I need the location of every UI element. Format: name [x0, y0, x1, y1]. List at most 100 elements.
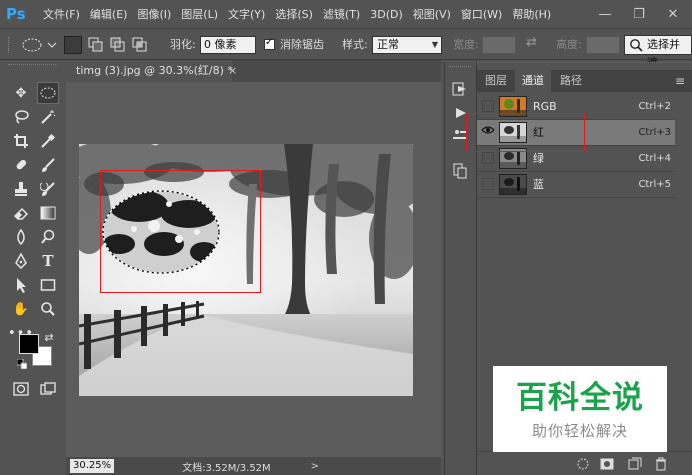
status-menu-arrow-icon[interactable]: > — [311, 461, 319, 472]
main-menu: 文件(F) 编辑(E) 图像(I) 图层(L) 文字(Y) 选择(S) 滤镜(T… — [38, 0, 556, 28]
feather-input[interactable]: 0 像素 — [200, 36, 256, 54]
path-selection-tool-icon[interactable] — [10, 274, 32, 296]
visibility-toggle[interactable] — [482, 100, 494, 112]
ellipse-marquee-tool-icon[interactable] — [37, 82, 59, 104]
eyedropper-tool-icon[interactable] — [37, 130, 59, 152]
watermark-title: 百科全说 — [516, 380, 644, 416]
dock-grip — [449, 66, 471, 70]
menu-window[interactable]: 窗口(W) — [456, 6, 507, 22]
tab-paths[interactable]: 路径 — [553, 70, 589, 92]
foreground-color-swatch[interactable] — [19, 334, 39, 354]
brush-tool-icon[interactable] — [37, 154, 59, 176]
style-select[interactable]: 正常 ▼ — [372, 36, 442, 54]
blur-tool-icon[interactable] — [10, 226, 32, 248]
menu-file[interactable]: 文件(F) — [38, 6, 85, 22]
new-selection-button[interactable] — [64, 36, 82, 54]
width-input[interactable] — [482, 36, 516, 54]
subtract-from-selection-button[interactable] — [110, 37, 126, 56]
menu-bar: Ps 文件(F) 编辑(E) 图像(I) 图层(L) 文字(Y) 选择(S) 滤… — [0, 0, 692, 28]
panel-tabs: 图层 通道 路径 ≡ — [477, 70, 692, 92]
channel-annotation-box — [466, 113, 585, 152]
add-selection-icon — [88, 37, 103, 52]
swap-colors-icon[interactable]: ⇄ — [42, 330, 56, 344]
minimize-button[interactable]: — — [590, 0, 620, 28]
new-channel-icon[interactable] — [627, 456, 643, 472]
pen-tool-icon[interactable] — [10, 250, 32, 272]
tab-channels[interactable]: 通道 — [515, 70, 551, 92]
rectangle-tool-icon[interactable] — [37, 274, 59, 296]
antialias-label: 消除锯齿 — [280, 38, 324, 51]
close-icon[interactable]: × — [228, 60, 237, 82]
chevron-down-icon: ▼ — [431, 40, 438, 49]
crop-tool-icon[interactable] — [10, 130, 32, 152]
antialias-checkbox[interactable] — [264, 37, 275, 50]
history-brush-tool-icon[interactable] — [37, 178, 59, 200]
channel-shortcut: Ctrl+4 — [638, 153, 671, 164]
tab-layers[interactable]: 图层 — [477, 70, 515, 92]
document-tab[interactable]: timg (3).jpg @ 30.3%(红/8) * — [66, 60, 233, 82]
menu-select[interactable]: 选择(S) — [270, 6, 318, 22]
status-bar: 30.25% 文档:3.52M/3.52M > — [66, 457, 441, 475]
menu-filter[interactable]: 滤镜(T) — [318, 6, 365, 22]
options-grip — [8, 37, 12, 53]
move-tool-icon[interactable]: ✥ — [10, 82, 32, 104]
menu-layer[interactable]: 图层(L) — [176, 6, 223, 22]
menu-image[interactable]: 图像(I) — [132, 6, 176, 22]
document-tab-bar: timg (3).jpg @ 30.3%(红/8) * × — [66, 60, 441, 82]
menu-view[interactable]: 视图(V) — [408, 6, 456, 22]
history-panel-icon[interactable] — [451, 80, 469, 98]
zoom-tool-icon[interactable] — [37, 298, 59, 320]
trash-icon[interactable] — [653, 456, 669, 472]
feather-label: 羽化: — [170, 38, 196, 51]
select-and-mask-button[interactable]: 选择并遮 — [624, 35, 692, 69]
ellipse-marquee-preset-icon — [22, 38, 57, 52]
intersect-selection-icon — [132, 37, 147, 52]
healing-brush-tool-icon[interactable] — [10, 154, 32, 176]
add-to-selection-button[interactable] — [88, 37, 104, 56]
search-icon — [630, 39, 643, 52]
intersect-selection-button[interactable] — [132, 37, 148, 56]
visibility-toggle[interactable] — [482, 152, 494, 164]
panel-menu-icon[interactable]: ≡ — [675, 70, 685, 92]
height-label: 高度: — [556, 38, 582, 51]
menu-type[interactable]: 文字(Y) — [223, 6, 270, 22]
tool-preset-picker[interactable] — [20, 35, 58, 58]
toolbox-grip — [8, 64, 58, 70]
quick-mask-icon[interactable] — [10, 378, 32, 400]
clone-stamp-tool-icon[interactable] — [10, 178, 32, 200]
load-selection-icon[interactable] — [575, 456, 591, 472]
screen-mode-icon[interactable] — [37, 378, 59, 400]
channel-shortcut: Ctrl+3 — [638, 127, 671, 138]
zoom-level[interactable]: 30.25% — [70, 459, 115, 473]
visibility-toggle[interactable] — [482, 178, 494, 190]
lasso-tool-icon[interactable] — [10, 106, 32, 128]
watermark-logo: 百科全说 助你轻松解决 — [493, 366, 667, 452]
hand-tool-icon[interactable]: ✋ — [10, 298, 32, 320]
channel-shortcut: Ctrl+5 — [638, 179, 671, 190]
swap-dimensions-icon[interactable]: ⇄ — [526, 35, 537, 50]
menu-3d[interactable]: 3D(D) — [365, 8, 408, 21]
restore-button[interactable]: ❐ — [624, 0, 654, 28]
height-input[interactable] — [586, 36, 620, 54]
gradient-tool-icon[interactable] — [37, 202, 59, 224]
dodge-tool-icon[interactable] — [37, 226, 59, 248]
selection-annotation-box — [100, 170, 261, 293]
close-window-button[interactable]: ✕ — [658, 0, 688, 28]
watermark-subtitle: 助你轻松解决 — [531, 422, 628, 440]
photoshop-logo: Ps — [6, 5, 26, 23]
channel-name: 蓝 — [533, 178, 544, 191]
default-colors-icon[interactable] — [16, 358, 28, 370]
menu-help[interactable]: 帮助(H) — [507, 6, 556, 22]
panel-footer — [477, 451, 692, 475]
menu-edit[interactable]: 编辑(E) — [85, 6, 133, 22]
adjustment-panel-icon[interactable] — [451, 162, 469, 180]
panel-grip — [477, 62, 692, 70]
type-tool-icon[interactable]: T — [37, 250, 59, 272]
channel-shortcut: Ctrl+2 — [638, 101, 671, 112]
channel-row-blue[interactable]: 蓝 Ctrl+5 — [477, 172, 675, 198]
save-selection-icon[interactable] — [599, 456, 615, 472]
magic-wand-tool-icon[interactable] — [37, 106, 59, 128]
options-bar: 羽化: 0 像素 消除锯齿 样式: 正常 ▼ 宽度: ⇄ 高度: 选择并遮 — [0, 28, 692, 69]
style-label: 样式: — [342, 38, 368, 51]
eraser-tool-icon[interactable] — [10, 202, 32, 224]
